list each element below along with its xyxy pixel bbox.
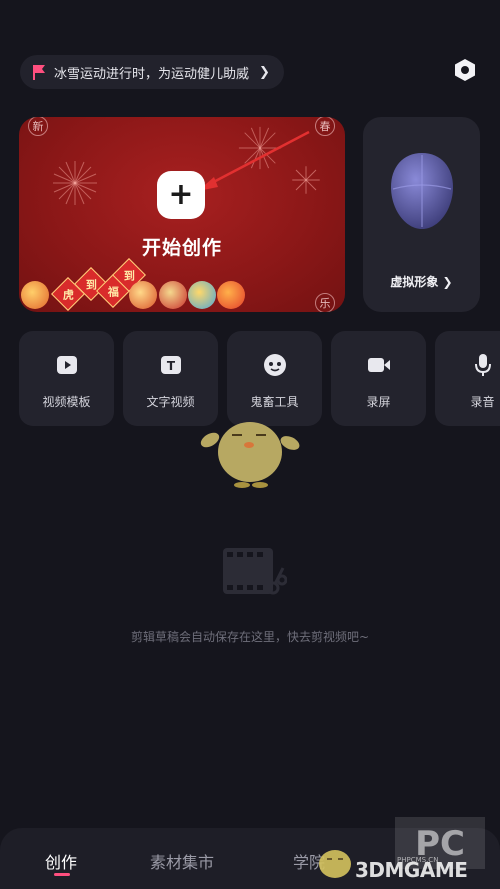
tiger-sticker bbox=[21, 281, 49, 309]
svg-text:T: T bbox=[166, 359, 175, 373]
remix-tool-icon bbox=[263, 353, 287, 377]
avatar-head-icon bbox=[391, 153, 453, 229]
nav-material-market[interactable]: 素材集市 bbox=[150, 849, 214, 873]
red-envelope-sticker bbox=[159, 281, 187, 309]
tool-label: 视频模板 bbox=[42, 395, 91, 409]
nav-create[interactable]: 创作 bbox=[45, 849, 77, 873]
tool-screen-record[interactable]: 录屏 bbox=[331, 331, 426, 426]
virtual-avatar-label: 虚拟形象 ❯ bbox=[390, 275, 453, 289]
add-project-button[interactable]: + bbox=[157, 171, 205, 219]
active-tab-indicator bbox=[54, 873, 70, 876]
start-creating-title: 开始创作 bbox=[141, 237, 222, 259]
announcement-banner[interactable]: 冰雪运动进行时，为运动健儿助威 ❯ bbox=[20, 55, 284, 89]
tool-label: 录屏 bbox=[366, 395, 391, 409]
video-template-icon bbox=[55, 353, 79, 377]
lantern-sticker bbox=[217, 281, 245, 309]
virtual-avatar-card[interactable]: 虚拟形象 ❯ bbox=[363, 117, 480, 312]
corner-char: 新 bbox=[28, 117, 48, 136]
mascot-chick-watermark-small bbox=[319, 850, 351, 878]
plus-icon: + bbox=[168, 177, 194, 212]
mascot-chick-watermark bbox=[200, 422, 300, 488]
settings-hexagon-icon[interactable] bbox=[452, 57, 478, 83]
tool-audio-record[interactable]: 录音 bbox=[435, 331, 500, 426]
flag-icon bbox=[32, 64, 46, 80]
tool-video-template[interactable]: 视频模板 bbox=[19, 331, 114, 426]
empty-drafts-text: 剪辑草稿会自动保存在这里，快去剪视频吧~ bbox=[130, 630, 370, 644]
start-creating-card[interactable]: 新 春 乐 + 开始创作 虎 到 福 到 bbox=[19, 117, 345, 312]
banner-text: 冰雪运动进行时，为运动健儿助威 bbox=[54, 66, 250, 82]
annotation-arrow bbox=[198, 130, 310, 191]
watermark-text: 3DMGAME bbox=[355, 858, 468, 882]
firework-decoration bbox=[53, 161, 97, 205]
sticker-strip: 虎 到 福 到 bbox=[19, 257, 345, 312]
chevron-right-icon: ❯ bbox=[259, 64, 270, 80]
fish-sticker bbox=[188, 281, 216, 309]
film-scissors-icon bbox=[223, 548, 287, 595]
microphone-icon bbox=[471, 353, 495, 377]
lion-sticker bbox=[129, 281, 157, 309]
screen-record-icon bbox=[367, 353, 391, 377]
tool-label: 文字视频 bbox=[146, 395, 195, 409]
tool-label: 录音 bbox=[470, 395, 495, 409]
corner-char: 春 bbox=[315, 117, 335, 136]
text-video-icon: T bbox=[159, 353, 183, 377]
